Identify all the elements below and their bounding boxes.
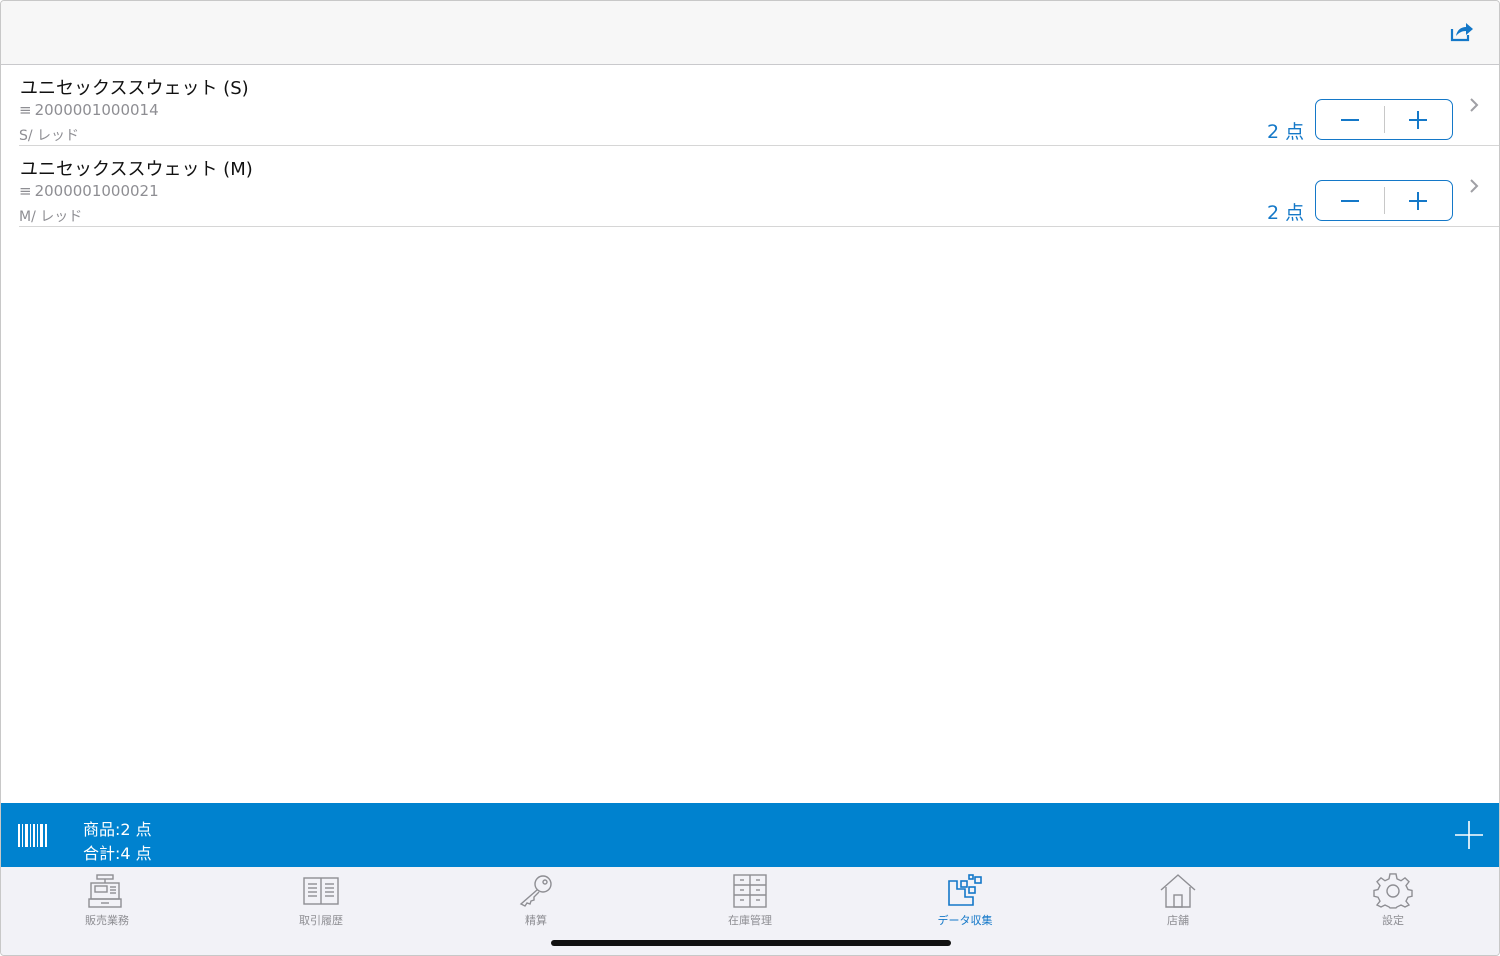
item-code-value: 2000001000021 [34, 182, 159, 200]
key-icon [519, 875, 552, 907]
item-variant: M/ レッド [19, 209, 83, 225]
list-item[interactable]: ユニセックススウェット (M) ≡ 2000001000021 M/ レッド 2 … [19, 146, 1499, 227]
tab-history[interactable]: 取引履歴 [261, 873, 381, 933]
item-code: ≡ 2000001000014 [19, 101, 159, 119]
decrement-button[interactable] [1316, 181, 1384, 220]
data-collection-icon [948, 874, 982, 906]
quantity-stepper[interactable] [1315, 99, 1453, 140]
store-icon [1160, 874, 1196, 908]
items-count-label: 商品:2 点 [83, 820, 152, 839]
register-icon [88, 874, 122, 908]
item-quantity: 2 点 [1267, 202, 1305, 224]
tab-label: 店舗 [1167, 914, 1189, 927]
chevron-right-icon[interactable] [1469, 97, 1479, 113]
item-code-value: 2000001000014 [34, 101, 159, 119]
minus-icon [1340, 118, 1359, 121]
home-indicator[interactable] [551, 940, 951, 946]
tab-label: 設定 [1382, 914, 1404, 927]
increment-button[interactable] [1385, 181, 1453, 220]
plus-icon [1455, 821, 1483, 849]
plus-icon [1409, 110, 1428, 129]
tab-settings[interactable]: 設定 [1333, 873, 1453, 933]
gear-icon [1373, 873, 1413, 909]
share-button[interactable] [1449, 21, 1475, 43]
plus-icon [1409, 191, 1428, 210]
summary-bar: 商品:2 点 合計:4 点 [1, 803, 1499, 867]
increment-button[interactable] [1385, 100, 1453, 139]
barcode-lines-icon: ≡ [19, 182, 32, 200]
item-title: ユニセックススウェット (M) [20, 159, 253, 180]
tab-label: 在庫管理 [728, 914, 772, 927]
barcode-lines-icon: ≡ [19, 101, 32, 119]
product-list: ユニセックススウェット (S) ≡ 2000001000014 S/ レッド 2 … [1, 65, 1499, 227]
tab-label: 精算 [525, 914, 547, 927]
tab-data-collection[interactable]: データ収集 [905, 873, 1025, 933]
add-button[interactable] [1455, 821, 1483, 849]
quantity-stepper[interactable] [1315, 180, 1453, 221]
decrement-button[interactable] [1316, 100, 1384, 139]
share-icon [1450, 23, 1473, 42]
tab-label: 販売業務 [85, 914, 129, 927]
item-title: ユニセックススウェット (S) [20, 78, 249, 99]
item-code: ≡ 2000001000021 [19, 182, 159, 200]
tab-store[interactable]: 店舗 [1118, 873, 1238, 933]
cabinet-icon [733, 874, 767, 908]
tab-settlement[interactable]: 精算 [476, 873, 596, 933]
app-window: ユニセックススウェット (S) ≡ 2000001000014 S/ レッド 2 … [0, 0, 1500, 956]
total-count-label: 合計:4 点 [83, 844, 152, 863]
tab-label: 取引履歴 [299, 914, 343, 927]
tab-label: データ収集 [937, 914, 993, 927]
chevron-right-icon[interactable] [1469, 178, 1479, 194]
minus-icon [1340, 199, 1359, 202]
barcode-scan-button[interactable] [18, 824, 48, 847]
list-item[interactable]: ユニセックススウェット (S) ≡ 2000001000014 S/ レッド 2 … [19, 65, 1499, 146]
item-quantity: 2 点 [1267, 121, 1305, 143]
barcode-icon [18, 824, 47, 847]
nav-bar [1, 1, 1499, 65]
tab-sales[interactable]: 販売業務 [47, 873, 167, 933]
tab-inventory[interactable]: 在庫管理 [690, 873, 810, 933]
item-variant: S/ レッド [19, 128, 80, 144]
book-icon [303, 877, 339, 905]
